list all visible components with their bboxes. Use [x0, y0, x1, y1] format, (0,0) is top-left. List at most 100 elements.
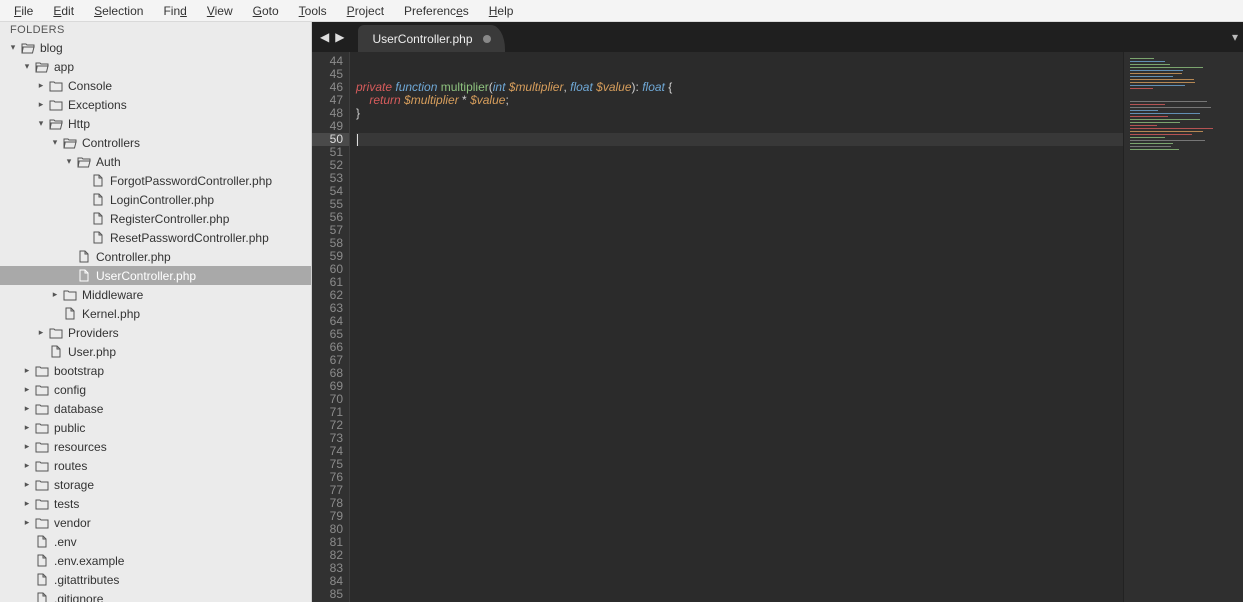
disclosure-triangle-icon[interactable]: ▾ [8, 42, 18, 53]
code-line[interactable] [356, 211, 1123, 224]
folder-node-storage[interactable]: ▸storage [0, 475, 311, 494]
code-line[interactable] [356, 458, 1123, 471]
disclosure-triangle-icon[interactable]: ▸ [22, 517, 32, 528]
code-line[interactable] [356, 367, 1123, 380]
disclosure-triangle-icon[interactable]: ▸ [22, 441, 32, 452]
menu-find[interactable]: Find [157, 2, 192, 20]
file-node-kernel-php[interactable]: Kernel.php [0, 304, 311, 323]
folder-node-auth[interactable]: ▾Auth [0, 152, 311, 171]
code-line[interactable] [356, 302, 1123, 315]
file-node-gitattributes[interactable]: .gitattributes [0, 570, 311, 589]
code-line[interactable]: } [356, 107, 1123, 120]
folder-node-middleware[interactable]: ▸Middleware [0, 285, 311, 304]
code-line[interactable] [356, 159, 1123, 172]
menu-view[interactable]: View [201, 2, 239, 20]
code-line[interactable] [356, 276, 1123, 289]
disclosure-triangle-icon[interactable]: ▸ [36, 80, 46, 91]
code-line[interactable] [356, 146, 1123, 159]
code-line[interactable] [356, 471, 1123, 484]
code-line[interactable] [356, 497, 1123, 510]
code-line[interactable] [356, 445, 1123, 458]
code-line[interactable] [356, 432, 1123, 445]
code-line[interactable] [356, 250, 1123, 263]
line-number-gutter[interactable]: 4445464748495051525354555657585960616263… [312, 52, 350, 602]
folder-node-bootstrap[interactable]: ▸bootstrap [0, 361, 311, 380]
disclosure-triangle-icon[interactable]: ▸ [22, 384, 32, 395]
folder-node-vendor[interactable]: ▸vendor [0, 513, 311, 532]
folder-node-resources[interactable]: ▸resources [0, 437, 311, 456]
folder-node-controllers[interactable]: ▾Controllers [0, 133, 311, 152]
code-line[interactable] [356, 237, 1123, 250]
menu-file[interactable]: File [8, 2, 39, 20]
folder-node-app[interactable]: ▾app [0, 57, 311, 76]
folder-node-tests[interactable]: ▸tests [0, 494, 311, 513]
disclosure-triangle-icon[interactable]: ▸ [22, 460, 32, 471]
menu-preferences[interactable]: Preferences [398, 2, 475, 20]
minimap[interactable] [1123, 52, 1243, 602]
folder-node-config[interactable]: ▸config [0, 380, 311, 399]
code-line[interactable] [356, 172, 1123, 185]
folder-node-blog[interactable]: ▾blog [0, 38, 311, 57]
folder-node-public[interactable]: ▸public [0, 418, 311, 437]
menu-edit[interactable]: Edit [47, 2, 80, 20]
code-line[interactable] [356, 380, 1123, 393]
code-line[interactable] [356, 198, 1123, 211]
code-line[interactable] [356, 419, 1123, 432]
disclosure-triangle-icon[interactable]: ▾ [64, 156, 74, 167]
file-node-env-example[interactable]: .env.example [0, 551, 311, 570]
back-arrow-icon[interactable]: ◀ [320, 30, 329, 44]
folder-node-exceptions[interactable]: ▸Exceptions [0, 95, 311, 114]
disclosure-triangle-icon[interactable]: ▸ [50, 289, 60, 300]
code-line[interactable] [356, 575, 1123, 588]
menu-selection[interactable]: Selection [88, 2, 149, 20]
code-line[interactable] [356, 510, 1123, 523]
disclosure-triangle-icon[interactable]: ▾ [50, 137, 60, 148]
code-line[interactable] [356, 133, 1123, 146]
menu-goto[interactable]: Goto [247, 2, 285, 20]
disclosure-triangle-icon[interactable]: ▸ [22, 365, 32, 376]
disclosure-triangle-icon[interactable]: ▸ [36, 327, 46, 338]
code-line[interactable] [356, 120, 1123, 133]
code-line[interactable] [356, 328, 1123, 341]
code-line[interactable] [356, 484, 1123, 497]
file-node-registercontroller-php[interactable]: RegisterController.php [0, 209, 311, 228]
file-node-usercontroller-php[interactable]: UserController.php [0, 266, 311, 285]
disclosure-triangle-icon[interactable]: ▸ [22, 403, 32, 414]
file-node-user-php[interactable]: User.php [0, 342, 311, 361]
disclosure-triangle-icon[interactable]: ▸ [22, 479, 32, 490]
code-line[interactable] [356, 562, 1123, 575]
line-number[interactable]: 85 [312, 588, 343, 601]
tab-overflow-icon[interactable]: ▾ [1227, 22, 1243, 52]
code-line[interactable] [356, 549, 1123, 562]
tab-active[interactable]: UserController.php [358, 25, 504, 52]
folder-node-database[interactable]: ▸database [0, 399, 311, 418]
code-line[interactable] [356, 393, 1123, 406]
code-line[interactable] [356, 406, 1123, 419]
folder-node-http[interactable]: ▾Http [0, 114, 311, 133]
file-node-forgotpasswordcontroller-php[interactable]: ForgotPasswordController.php [0, 171, 311, 190]
disclosure-triangle-icon[interactable]: ▾ [36, 118, 46, 129]
code-line[interactable] [356, 523, 1123, 536]
code-line[interactable] [356, 315, 1123, 328]
code-line[interactable] [356, 354, 1123, 367]
forward-arrow-icon[interactable]: ▶ [335, 30, 344, 44]
code-line[interactable]: return $multiplier * $value; [356, 94, 1123, 107]
sidebar[interactable]: FOLDERS ▾blog▾app▸Console▸Exceptions▾Htt… [0, 22, 312, 602]
file-node-gitignore[interactable]: .gitignore [0, 589, 311, 602]
disclosure-triangle-icon[interactable]: ▾ [22, 61, 32, 72]
code-text[interactable]: private function multiplier(int $multipl… [350, 52, 1123, 602]
code-line[interactable] [356, 263, 1123, 276]
disclosure-triangle-icon[interactable]: ▸ [36, 99, 46, 110]
code-line[interactable] [356, 341, 1123, 354]
folder-node-routes[interactable]: ▸routes [0, 456, 311, 475]
file-node-logincontroller-php[interactable]: LoginController.php [0, 190, 311, 209]
code-line[interactable] [356, 55, 1123, 68]
disclosure-triangle-icon[interactable]: ▸ [22, 498, 32, 509]
disclosure-triangle-icon[interactable]: ▸ [22, 422, 32, 433]
menu-help[interactable]: Help [483, 2, 520, 20]
code-line[interactable] [356, 588, 1123, 601]
code-line[interactable] [356, 224, 1123, 237]
code-line[interactable] [356, 536, 1123, 549]
menu-tools[interactable]: Tools [293, 2, 333, 20]
code-area[interactable]: 4445464748495051525354555657585960616263… [312, 52, 1243, 602]
